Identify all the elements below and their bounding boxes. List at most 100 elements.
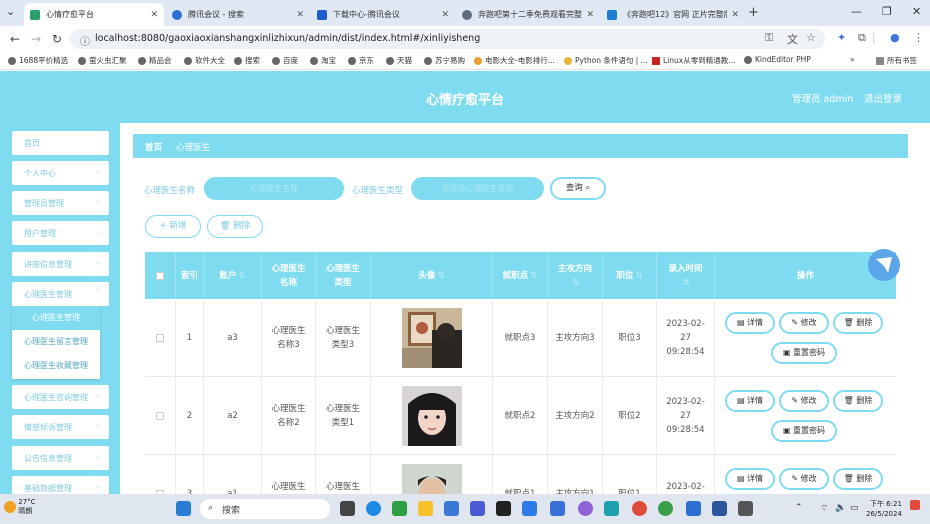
extension-icon[interactable]: ✦ bbox=[837, 31, 846, 44]
avatar-photo[interactable] bbox=[401, 386, 462, 446]
tab-search-icon[interactable]: ⌄ bbox=[6, 5, 15, 18]
bookmark-item[interactable]: 百度 bbox=[272, 55, 298, 66]
sort-icon[interactable]: ⇅ bbox=[635, 269, 642, 283]
password-key-icon[interactable]: ⚿ bbox=[765, 31, 773, 45]
clock[interactable]: 下午 6:21 26/5/2024 bbox=[866, 499, 902, 519]
maximize-icon[interactable]: ❐ bbox=[882, 5, 892, 18]
detail-button[interactable]: ▤ 详情 bbox=[725, 312, 775, 334]
close-window-icon[interactable]: ✕ bbox=[912, 5, 921, 18]
browser-tab[interactable]: 心情疗愈平台 ✕ bbox=[24, 3, 164, 26]
weather-widget[interactable]: 27°C 晴朗 bbox=[4, 498, 36, 516]
sidebar-item-notices[interactable]: 公告信息管理 ⌄ bbox=[12, 446, 109, 470]
browser-tab[interactable]: 《奔跑吧12》官网 正片完整版 ✕ bbox=[601, 3, 745, 26]
delete-button[interactable]: 🗑 删除 bbox=[833, 468, 883, 490]
browser-tab[interactable]: 下载中心-腾讯会议 ✕ bbox=[311, 3, 455, 26]
col-location[interactable]: 就职点 ⇅ bbox=[493, 252, 548, 299]
bookmark-item[interactable]: 软件大全 bbox=[184, 55, 225, 66]
app-icon[interactable] bbox=[522, 501, 537, 516]
sidebar-item-consults[interactable]: 心理医生咨询管理 ⌄ bbox=[12, 385, 109, 409]
battery-icon[interactable]: ▭ bbox=[850, 503, 859, 513]
bookmark-item[interactable]: 淘宝 bbox=[310, 55, 336, 66]
bookmark-item[interactable]: 苏宁易购 bbox=[424, 55, 465, 66]
app-icon[interactable] bbox=[392, 501, 407, 516]
col-direction[interactable]: 主攻方向 ⇅ bbox=[548, 252, 603, 299]
type-select[interactable]: 请选择心理医生类型 bbox=[411, 177, 544, 200]
col-avatar[interactable]: 头像 ⇅ bbox=[371, 252, 493, 299]
url-text[interactable]: localhost:8080/gaoxiaoxianshangxinlizhix… bbox=[95, 33, 480, 44]
logout-link[interactable]: 退出登录 bbox=[864, 91, 902, 105]
browser-tab[interactable]: 腾讯会议 - 搜索 ✕ bbox=[166, 3, 310, 26]
sidebar-item-profile[interactable]: 个人中心 ⌄ bbox=[12, 161, 109, 185]
col-time[interactable]: 录入时间 ⇅ bbox=[657, 252, 715, 299]
bookmark-item[interactable]: 京东 bbox=[348, 55, 374, 66]
volume-icon[interactable]: 🔈 bbox=[835, 503, 846, 513]
close-tab-icon[interactable]: ✕ bbox=[441, 10, 449, 20]
floating-assistant-icon[interactable] bbox=[868, 249, 900, 281]
edit-button[interactable]: ✎ 修改 bbox=[779, 468, 829, 490]
new-tab-icon[interactable]: + bbox=[748, 5, 759, 20]
sidebar-item-emotions[interactable]: 情感倾诉管理 ⌄ bbox=[12, 415, 109, 439]
word-icon[interactable] bbox=[712, 501, 727, 516]
sort-icon[interactable]: ⇅ bbox=[238, 269, 245, 283]
app-icon[interactable] bbox=[578, 501, 593, 516]
delete-button[interactable]: 🗑 删除 bbox=[833, 390, 883, 412]
detail-button[interactable]: ▤ 详情 bbox=[725, 468, 775, 490]
address-bar[interactable]: ⓘ localhost:8080/gaoxiaoxianshangxinlizh… bbox=[70, 29, 825, 49]
col-account[interactable]: 账户 ⇅ bbox=[204, 252, 262, 299]
sort-icon[interactable]: ⇅ bbox=[530, 269, 537, 283]
close-tab-icon[interactable]: ✕ bbox=[731, 10, 739, 20]
avatar-photo[interactable] bbox=[401, 308, 462, 368]
close-tab-icon[interactable]: ✕ bbox=[296, 10, 304, 20]
bookmark-item[interactable]: 天猫 bbox=[386, 55, 412, 66]
sort-icon[interactable]: ⇅ bbox=[683, 276, 690, 290]
close-tab-icon[interactable]: ✕ bbox=[150, 10, 158, 20]
minimize-icon[interactable]: — bbox=[851, 5, 862, 18]
task-view-icon[interactable] bbox=[340, 501, 355, 516]
browser-tab[interactable]: 奔跑吧第十二季免费观看完整版 ✕ bbox=[456, 3, 600, 26]
sort-icon[interactable]: ⇅ bbox=[437, 269, 444, 283]
bookmark-item[interactable]: 1688平价精选 bbox=[8, 55, 68, 66]
reload-icon[interactable]: ↻ bbox=[52, 32, 62, 46]
taskbar-search[interactable]: ⌕ 搜索 bbox=[200, 499, 330, 519]
col-type[interactable]: 心理医生类型 bbox=[316, 252, 371, 299]
more-menu-icon[interactable]: ⋮ bbox=[913, 31, 924, 44]
sort-icon[interactable]: ⇅ bbox=[572, 276, 579, 290]
chrome-icon[interactable] bbox=[632, 501, 647, 516]
edge-icon[interactable] bbox=[366, 501, 381, 516]
submenu-doctor-manage[interactable]: 心理医生管理 bbox=[12, 306, 100, 330]
batch-delete-button[interactable]: 🗑 删除 bbox=[207, 215, 263, 238]
site-info-icon[interactable]: ⓘ bbox=[80, 33, 90, 48]
col-position[interactable]: 职位 ⇅ bbox=[603, 252, 657, 299]
avatar-photo[interactable] bbox=[401, 464, 462, 495]
more-bookmarks-icon[interactable]: » bbox=[850, 55, 855, 64]
sidebar-item-admins[interactable]: 管理员管理 ⌄ bbox=[12, 191, 109, 215]
profile-avatar-icon[interactable]: ● bbox=[890, 31, 900, 44]
app-icon[interactable] bbox=[550, 501, 565, 516]
submenu-doctor-favorites[interactable]: 心理医生收藏管理 bbox=[12, 354, 100, 378]
file-explorer-icon[interactable] bbox=[418, 501, 433, 516]
app-icon[interactable] bbox=[496, 501, 511, 516]
select-all-checkbox[interactable] bbox=[145, 252, 176, 299]
extensions-puzzle-icon[interactable]: ⧉ bbox=[858, 31, 866, 45]
sidebar-item-lectures[interactable]: 讲座信息管理 ⌄ bbox=[12, 252, 109, 276]
bookmark-star-icon[interactable]: ☆ bbox=[806, 31, 816, 44]
add-button[interactable]: + 新增 bbox=[145, 215, 201, 238]
delete-button[interactable]: 🗑 删除 bbox=[833, 312, 883, 334]
row-checkbox[interactable] bbox=[145, 299, 176, 377]
reset-password-button[interactable]: ▣ 重置密码 bbox=[771, 420, 837, 442]
all-bookmarks[interactable]: 所有书签 bbox=[876, 55, 917, 66]
bookmark-item[interactable]: 电影大全-电影排行... bbox=[474, 55, 555, 66]
app-icon[interactable] bbox=[604, 501, 619, 516]
app-icon[interactable] bbox=[686, 501, 701, 516]
breadcrumb-home[interactable]: 首页 bbox=[145, 141, 162, 153]
bookmark-item[interactable]: Linux从零到精通教... bbox=[652, 55, 735, 66]
app-icon[interactable] bbox=[658, 501, 673, 516]
app-icon[interactable] bbox=[470, 501, 485, 516]
submenu-doctor-messages[interactable]: 心理医生留言管理 bbox=[12, 330, 100, 354]
row-checkbox[interactable] bbox=[145, 377, 176, 455]
mail-icon[interactable] bbox=[444, 501, 459, 516]
row-checkbox[interactable] bbox=[145, 455, 176, 495]
edit-button[interactable]: ✎ 修改 bbox=[779, 390, 829, 412]
query-button[interactable]: 查询 ⌕ bbox=[550, 177, 606, 200]
app-icon[interactable] bbox=[738, 501, 753, 516]
